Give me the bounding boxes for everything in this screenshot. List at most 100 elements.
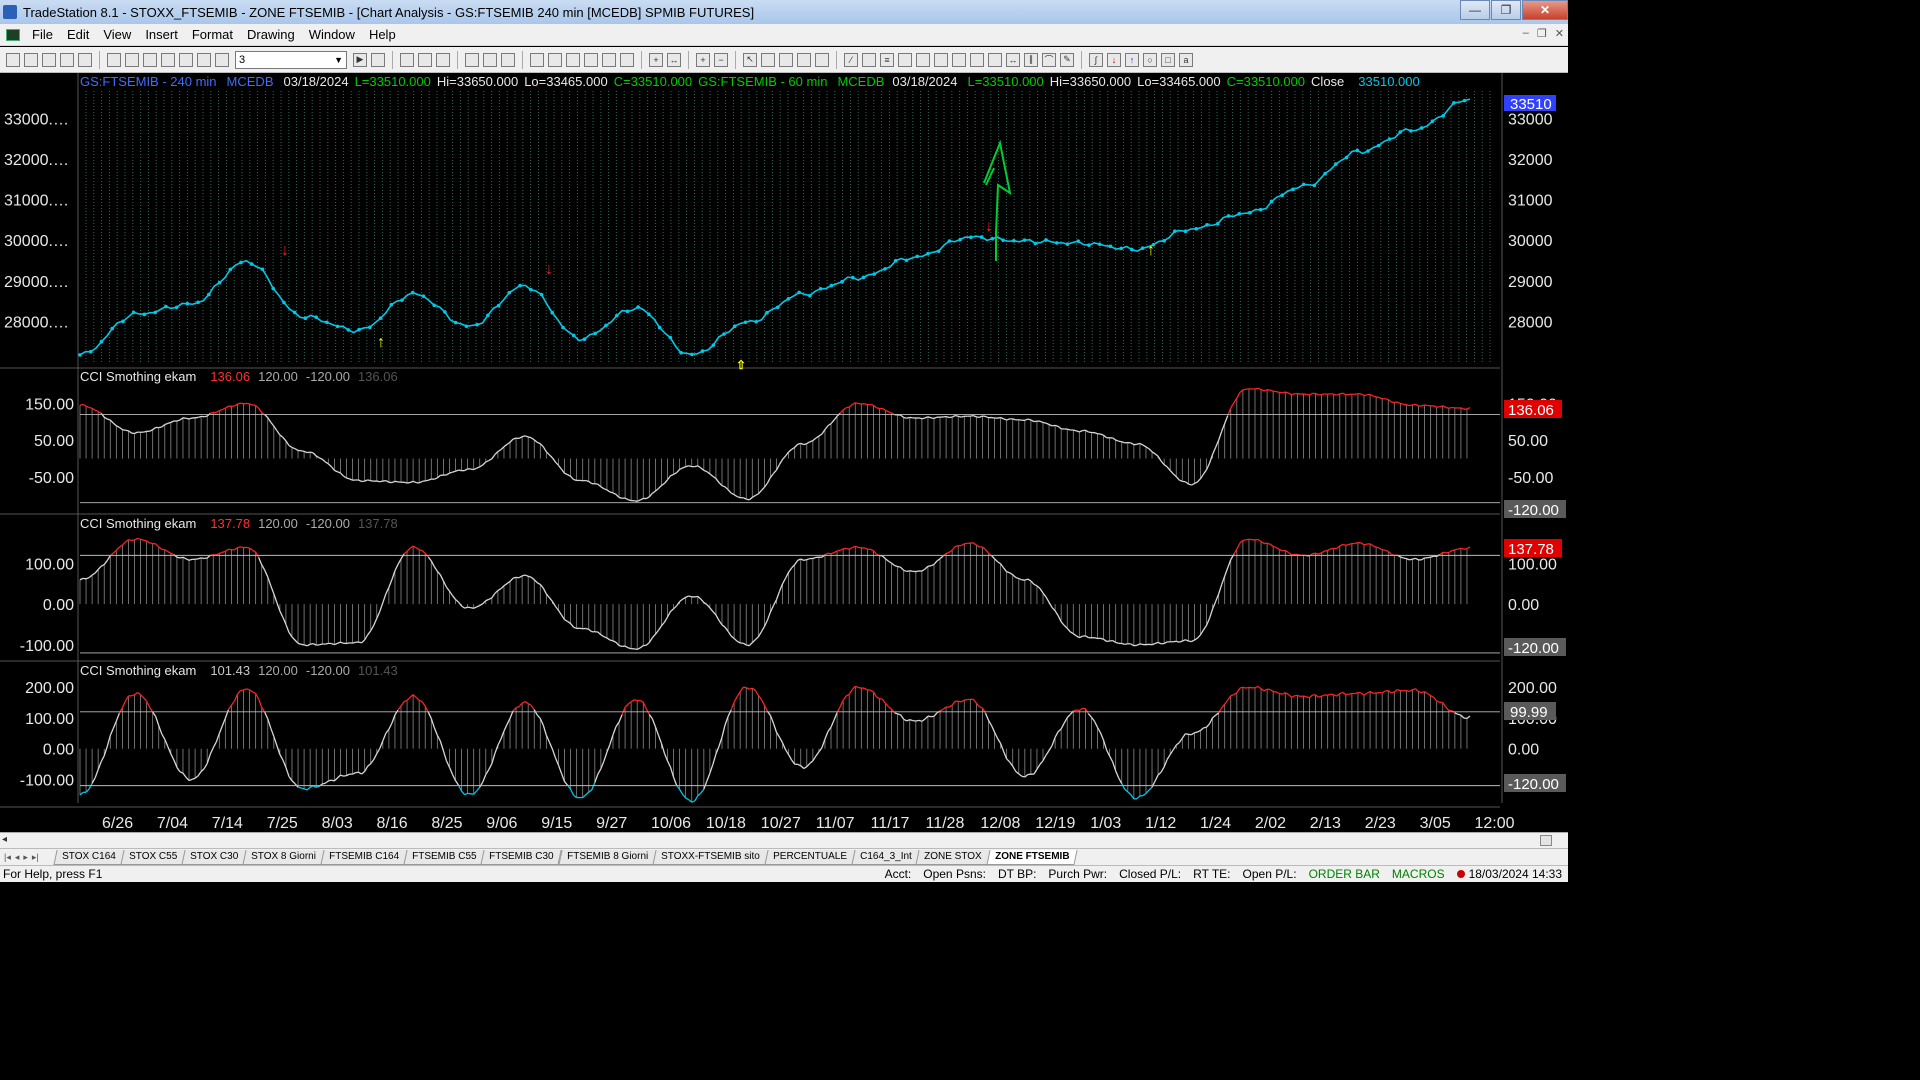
up-arrow-marker[interactable]: ↑: [1147, 242, 1155, 259]
save-icon[interactable]: [42, 52, 56, 67]
chart-analysis-icon[interactable]: [143, 52, 157, 67]
menu-format[interactable]: Format: [186, 27, 241, 42]
cci-pane-2[interactable]: 100.00100.000.000.00-100.00-100.00: [0, 537, 1562, 662]
print-icon[interactable]: [107, 52, 121, 67]
down-arrow-marker[interactable]: ↓: [985, 218, 993, 235]
tab-stox-8-giorni[interactable]: STOX 8 Giorni: [242, 849, 325, 865]
print-preview-icon[interactable]: [125, 52, 139, 67]
up-arrow-marker[interactable]: ↑: [377, 334, 385, 351]
menu-insert[interactable]: Insert: [139, 27, 186, 42]
down-arrow-marker[interactable]: ↓: [545, 261, 553, 278]
ellipse-icon[interactable]: ○: [1143, 52, 1157, 67]
line-chart-icon[interactable]: [418, 52, 432, 67]
scrollbar-thumb[interactable]: [1540, 835, 1552, 846]
volume-icon[interactable]: [602, 52, 616, 67]
arc-icon[interactable]: ⌒: [1042, 52, 1056, 67]
mdi-restore-icon[interactable]: ❐: [1537, 27, 1547, 40]
bar-chart-icon[interactable]: [400, 52, 414, 67]
gann-fan-icon[interactable]: [916, 52, 930, 67]
text-tool-icon[interactable]: a: [1179, 52, 1193, 67]
time-cycle-icon[interactable]: ↔: [1006, 52, 1020, 67]
tab-stoxx-ftsemib-sito[interactable]: STOXX-FTSEMIB sito: [652, 849, 769, 865]
last-tab-icon[interactable]: ▸|: [32, 852, 39, 863]
maximize-button[interactable]: ❐: [1491, 0, 1521, 20]
workspace-icon[interactable]: [78, 52, 92, 67]
mdi-minimize-icon[interactable]: –: [1523, 27, 1529, 40]
tab-percentuale[interactable]: PERCENTUALE: [764, 849, 856, 865]
candlestick-icon[interactable]: [548, 52, 562, 67]
up-arrow-drawing-icon[interactable]: ↑: [1125, 52, 1139, 67]
line-on-close-icon[interactable]: [584, 52, 598, 67]
globe-icon[interactable]: [215, 52, 229, 67]
first-tab-icon[interactable]: |◂: [4, 852, 11, 863]
vertical-lines-icon[interactable]: [862, 52, 876, 67]
price-pane[interactable]: 33000.… 33000 32000.… 32000 31000.… 31000 3000…: [0, 73, 1553, 803]
rectangle-icon[interactable]: □: [1161, 52, 1175, 67]
chart-document-icon[interactable]: [6, 28, 20, 41]
snap-icon[interactable]: [815, 52, 829, 67]
tab-ftsemib-c55[interactable]: FTSEMIB C55: [403, 849, 486, 865]
refresh-icon[interactable]: [501, 52, 515, 67]
channel-icon[interactable]: [970, 52, 984, 67]
down-arrow-marker[interactable]: ↓: [281, 242, 289, 259]
new-file-icon[interactable]: [6, 52, 20, 67]
expand-icon[interactable]: ↔: [667, 52, 681, 67]
tab-stox-c164[interactable]: STOX C164: [53, 849, 125, 865]
table-icon[interactable]: [436, 52, 450, 67]
chart-area[interactable]: 33000.… 33000 32000.… 32000 31000.… 31000 3000…: [0, 73, 1568, 832]
menu-window[interactable]: Window: [303, 27, 363, 42]
close-button[interactable]: ✕: [1522, 0, 1568, 20]
data-window-icon[interactable]: [797, 52, 811, 67]
play-icon[interactable]: ▶: [353, 52, 367, 67]
pencil-icon[interactable]: ✎: [1060, 52, 1074, 67]
next-tab-icon[interactable]: ▸: [23, 852, 28, 863]
tab-zone-stox[interactable]: ZONE STOX: [915, 849, 991, 865]
cci-pane-1[interactable]: 150.00150.0050.0050.00-50.00-50.00: [0, 387, 1557, 515]
tab-stox-c55[interactable]: STOX C55: [120, 849, 186, 865]
regression-icon[interactable]: [952, 52, 966, 67]
minimize-button[interactable]: —: [1460, 0, 1490, 20]
menu-file[interactable]: File: [26, 27, 61, 42]
tab-ftsemib-c30[interactable]: FTSEMIB C30: [480, 849, 563, 865]
open-folder-icon[interactable]: [24, 52, 38, 67]
histogram-icon[interactable]: [620, 52, 634, 67]
horizontal-scrollbar[interactable]: ◂: [0, 832, 1568, 848]
menu-view[interactable]: View: [97, 27, 139, 42]
menu-drawing[interactable]: Drawing: [241, 27, 303, 42]
tab-stox-c30[interactable]: STOX C30: [181, 849, 247, 865]
drag-icon[interactable]: [761, 52, 775, 67]
lock-icon[interactable]: [179, 52, 193, 67]
tab-ftsemib-8-giorni[interactable]: FTSEMIB 8 Giorni: [558, 849, 657, 865]
trendline-icon[interactable]: ⁄: [844, 52, 858, 67]
zoom-out-icon[interactable]: −: [714, 52, 728, 67]
find-symbol-icon[interactable]: [371, 52, 385, 67]
ohlc-icon[interactable]: [566, 52, 580, 67]
fibonacci-icon[interactable]: [934, 52, 948, 67]
new-window-icon[interactable]: [60, 52, 74, 67]
tab-ftsemib-c164[interactable]: FTSEMIB C164: [320, 849, 408, 865]
menu-help[interactable]: Help: [363, 27, 404, 42]
strategy-icon[interactable]: [197, 52, 211, 67]
pointer-icon[interactable]: ↖: [743, 52, 757, 67]
tab-navigation[interactable]: |◂ ◂ ▸ ▸|: [0, 852, 56, 863]
tools-icon[interactable]: [779, 52, 793, 67]
parallel-lines-icon[interactable]: ∥: [1024, 52, 1038, 67]
crosshair-icon[interactable]: +: [649, 52, 663, 67]
cci-pane-3[interactable]: 200.00200.00100.00100.000.000.00-100.00-…: [0, 680, 1562, 808]
interval-combo[interactable]: 3 ▼: [235, 50, 347, 69]
andrews-pitchfork-icon[interactable]: [988, 52, 1002, 67]
menu-edit[interactable]: Edit: [61, 27, 97, 42]
chart-canvas[interactable]: 33000.… 33000 32000.… 32000 31000.… 31000 3000…: [0, 73, 1568, 832]
radar-screen-icon[interactable]: [161, 52, 175, 67]
indicator-icon[interactable]: [465, 52, 479, 67]
study-icon[interactable]: [483, 52, 497, 67]
prev-tab-icon[interactable]: ◂: [15, 852, 20, 863]
speedline-icon[interactable]: [898, 52, 912, 67]
macros-indicator[interactable]: MACROS: [1386, 867, 1451, 881]
up-arrow-marker[interactable]: ⇧: [736, 358, 746, 372]
horizontal-lines-icon[interactable]: ≡: [880, 52, 894, 67]
tab-zone-ftsemib[interactable]: ZONE FTSEMIB: [986, 849, 1079, 865]
freehand-icon[interactable]: ∫: [1089, 52, 1103, 67]
order-bar-indicator[interactable]: ORDER BAR: [1303, 867, 1386, 881]
down-arrow-drawing-icon[interactable]: ↓: [1107, 52, 1121, 67]
